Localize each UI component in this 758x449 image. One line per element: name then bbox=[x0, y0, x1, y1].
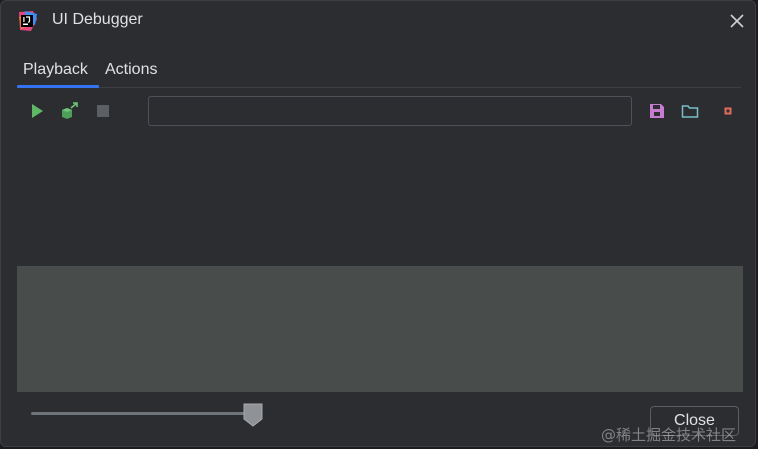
log-area[interactable] bbox=[17, 266, 743, 392]
clear-icon bbox=[724, 107, 732, 115]
record-button[interactable] bbox=[58, 100, 80, 122]
close-icon[interactable] bbox=[729, 13, 745, 29]
slider-track bbox=[31, 412, 261, 415]
play-icon bbox=[32, 104, 43, 118]
cube-arrow-icon bbox=[62, 102, 78, 119]
folder-icon bbox=[681, 105, 699, 118]
ui-debugger-dialog: UI Debugger Playback Actions Close @稀土掘金… bbox=[0, 0, 756, 447]
clear-button[interactable] bbox=[717, 100, 739, 122]
stop-icon bbox=[97, 105, 109, 117]
tab-bar: Playback Actions bbox=[17, 59, 741, 88]
playback-speed-slider[interactable] bbox=[31, 403, 263, 427]
slider-thumb[interactable] bbox=[243, 403, 263, 427]
tab-playback[interactable]: Playback bbox=[17, 59, 99, 88]
watermark: @稀土掘金技术社区 bbox=[601, 426, 737, 444]
tab-playback-label: Playback bbox=[23, 61, 88, 78]
tab-actions[interactable]: Actions bbox=[105, 59, 157, 86]
save-button[interactable] bbox=[646, 100, 668, 122]
save-icon bbox=[650, 104, 664, 118]
stop-button[interactable] bbox=[92, 100, 114, 122]
intellij-logo-icon bbox=[19, 11, 37, 31]
open-button[interactable] bbox=[679, 100, 701, 122]
title-bar: UI Debugger bbox=[1, 1, 755, 41]
script-path-input[interactable] bbox=[148, 96, 632, 126]
window-title: UI Debugger bbox=[52, 11, 143, 28]
tab-actions-label: Actions bbox=[105, 61, 158, 78]
play-button[interactable] bbox=[26, 100, 48, 122]
